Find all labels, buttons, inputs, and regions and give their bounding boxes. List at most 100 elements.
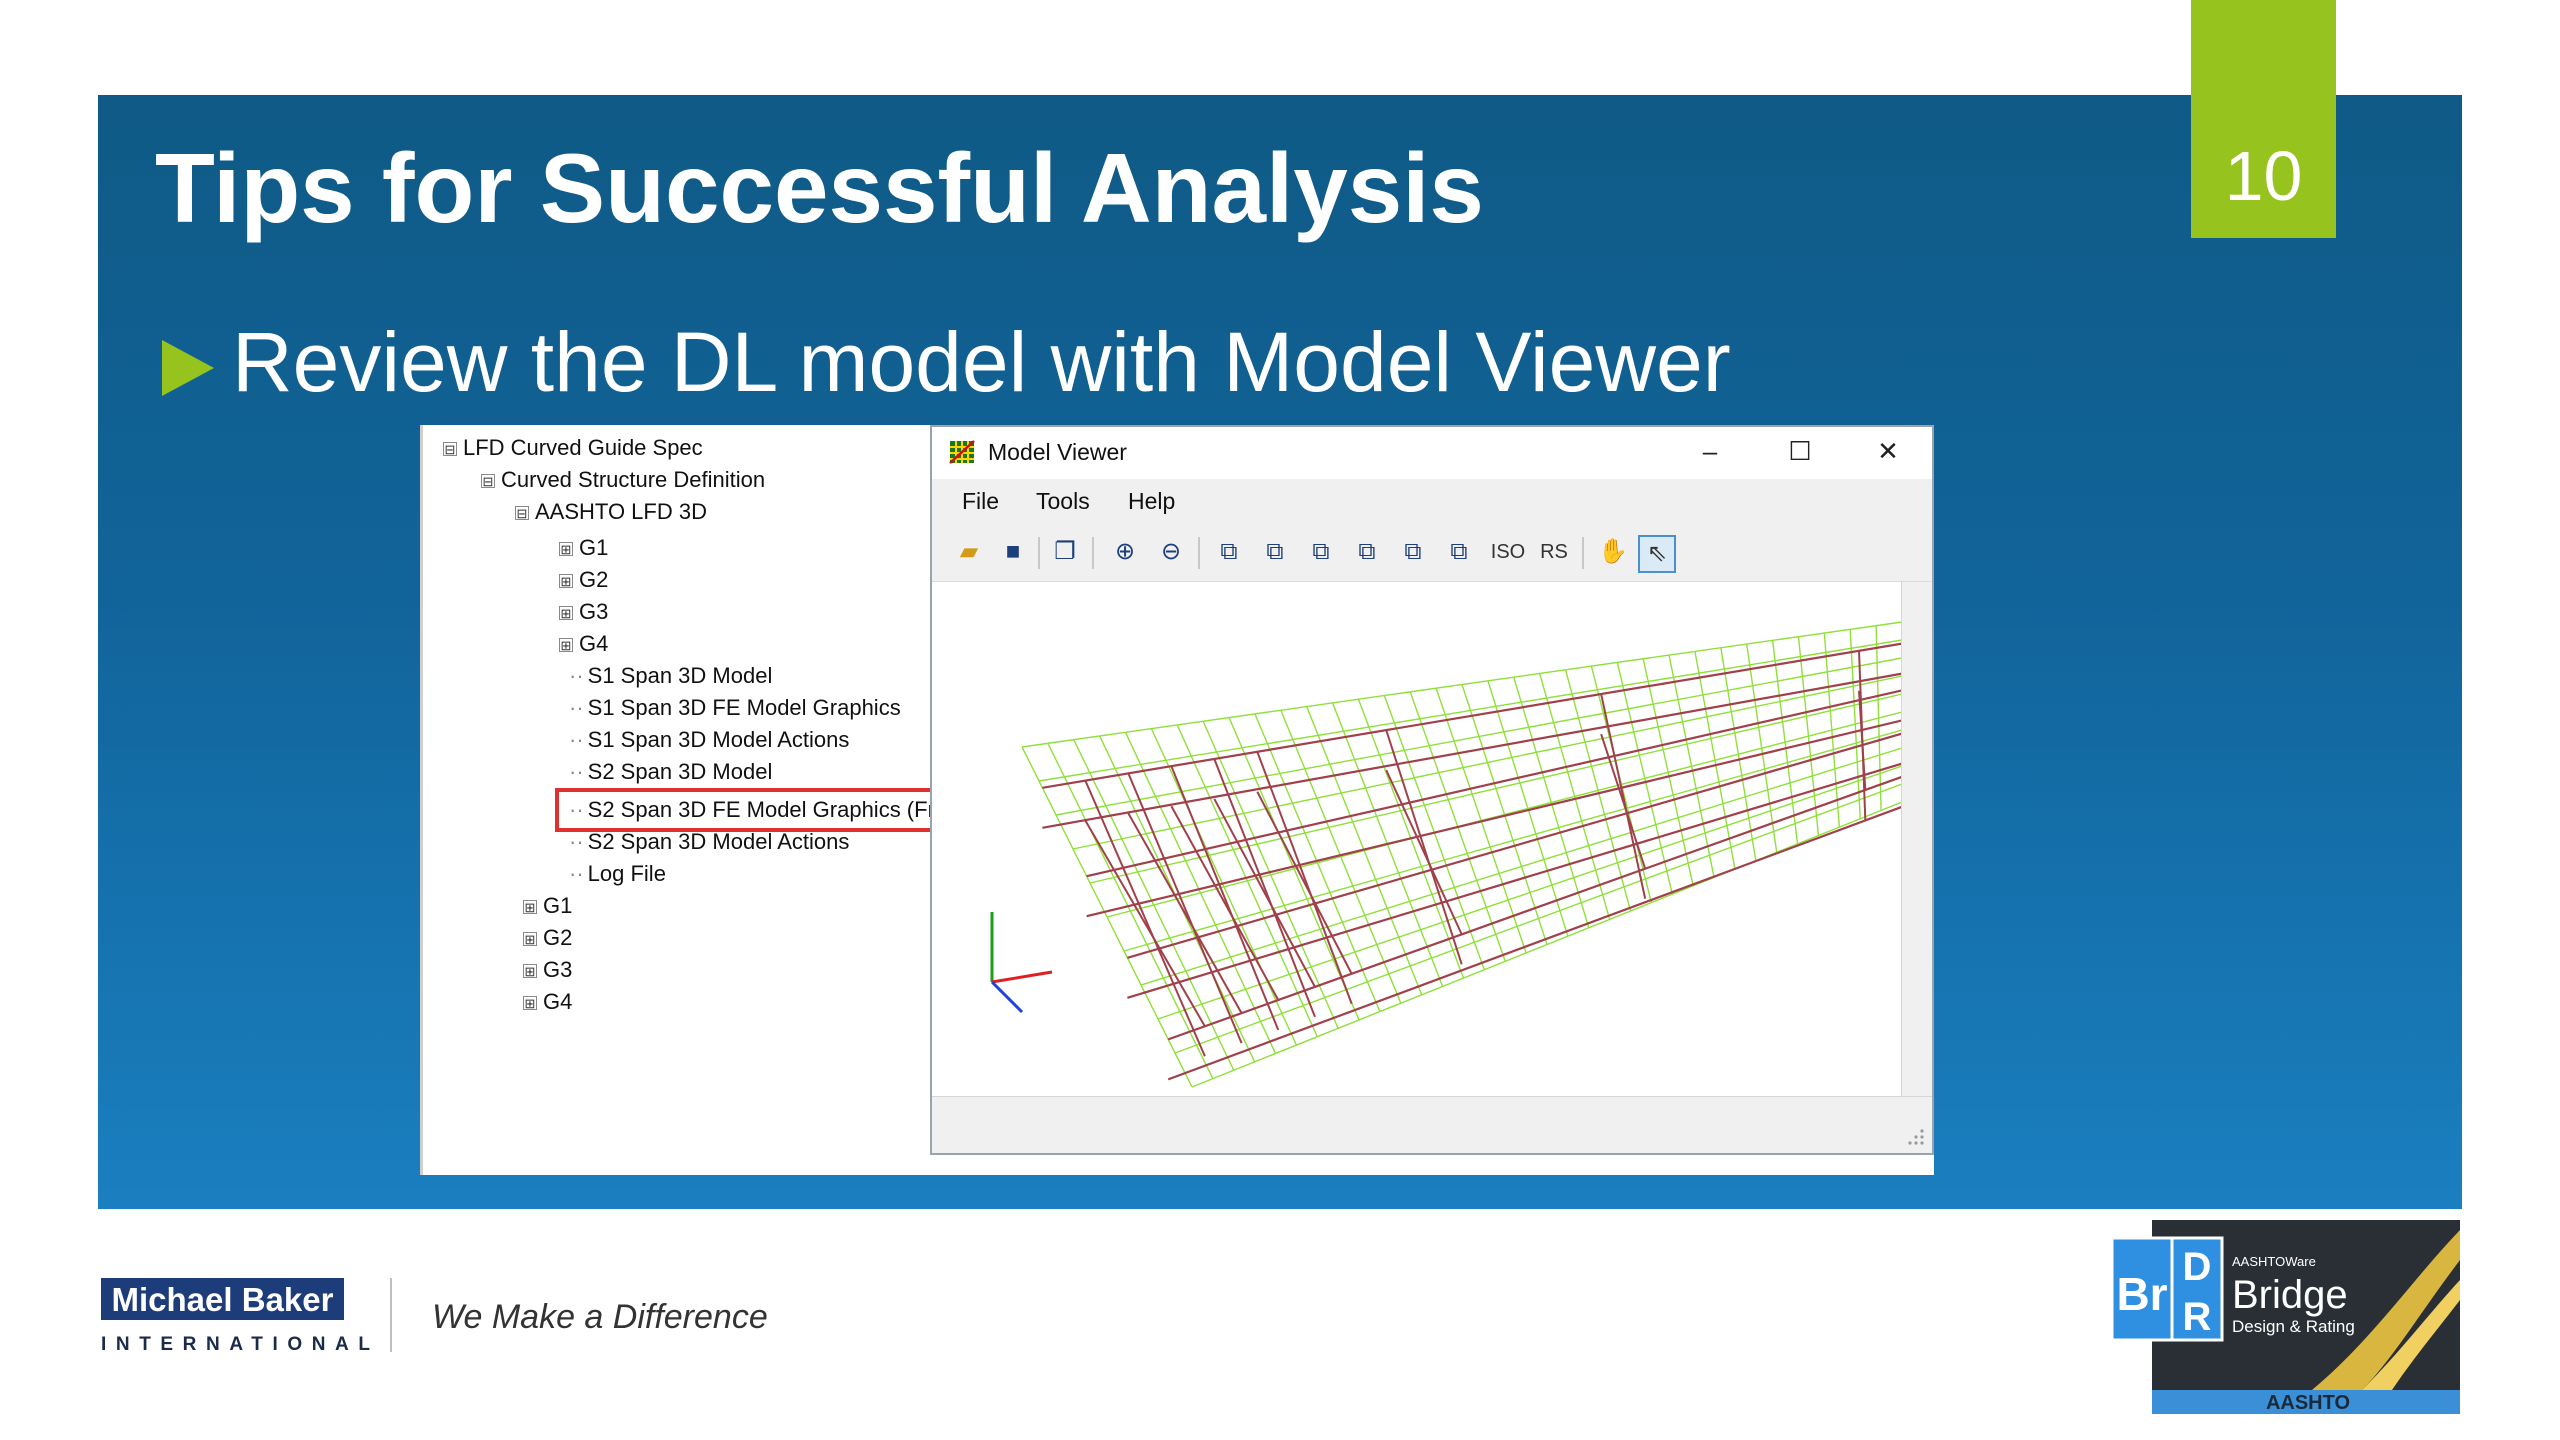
tree-item-label: S2 Span 3D Model Actions	[587, 829, 850, 854]
girder-line	[1167, 805, 1902, 1081]
brdr-aashto: AASHTO	[2266, 1392, 2350, 1414]
tree-connector: ··	[569, 829, 584, 854]
tree-item[interactable]: ⊞ G4	[559, 631, 608, 657]
tree-item[interactable]: ·· S1 Span 3D Model	[569, 663, 772, 689]
zoom-out-icon[interactable]: ⊖	[1154, 535, 1188, 569]
tree-item[interactable]: ·· Log File	[569, 861, 666, 887]
view-cube-front-icon[interactable]: ⧉	[1212, 535, 1246, 569]
mesh-line	[1140, 747, 1902, 986]
tree-item-label: G2	[543, 925, 573, 950]
expand-icon[interactable]: ⊞	[523, 964, 537, 979]
window-titlebar: Model Viewer – ☐ ✕	[932, 427, 1932, 477]
menu-help[interactable]: Help	[1128, 487, 1175, 515]
axis-x-line	[991, 970, 1053, 984]
view-cube-back-icon[interactable]: ⧉	[1258, 535, 1292, 569]
view-cube-right-icon[interactable]: ⧉	[1350, 535, 1384, 569]
brdr-bridge: Bridge	[2232, 1273, 2348, 1317]
tree-item[interactable]: ⊟ LFD Curved Guide Spec	[443, 435, 703, 461]
model-viewer-window: Model Viewer – ☐ ✕ File Tools Help ▰ ■ ❐…	[930, 425, 1934, 1155]
brdr-design-rating: Design & Rating	[2232, 1317, 2355, 1336]
expand-icon[interactable]: ⊞	[523, 932, 537, 947]
3d-viewport[interactable]	[932, 582, 1902, 1097]
tree-item-label: S1 Span 3D FE Model Graphics	[587, 695, 901, 720]
company-name: Michael Baker	[111, 1281, 334, 1318]
pan-hand-icon[interactable]: ✋	[1596, 535, 1630, 569]
girder-line	[1167, 775, 1902, 1041]
view-cube-top-icon[interactable]: ⧉	[1396, 535, 1430, 569]
brdr-product-logo: Br D R AASHTOWare Bridge Design & Rating…	[2112, 1220, 2460, 1414]
tree-item[interactable]: ⊞ G3	[559, 599, 608, 625]
expand-icon[interactable]: ⊞	[559, 606, 573, 621]
project-tree: ⊟ LFD Curved Guide Spec ⊟ Curved Structure…	[420, 425, 969, 1175]
tree-item[interactable]: ·· S2 Span 3D Model	[569, 759, 772, 785]
model-viewer-app-icon	[949, 440, 975, 464]
axis-z-line	[990, 980, 1024, 1014]
fe-model-graphic	[990, 621, 1902, 1088]
minimize-button[interactable]: –	[1678, 431, 1742, 471]
toolbar: ▰ ■ ❐ ⊕ ⊖ ⧉ ⧉ ⧉ ⧉ ⧉ ⧉ ISO RS ✋ ⇖	[932, 523, 1932, 582]
save-icon[interactable]: ■	[996, 535, 1030, 569]
tree-item-label: G4	[579, 631, 609, 656]
select-pointer-icon[interactable]: ⇖	[1638, 535, 1676, 573]
resize-grip-icon[interactable]	[1906, 1127, 1926, 1147]
open-folder-icon[interactable]: ▰	[952, 535, 986, 569]
bullet-text: Review the DL model with Model Viewer	[232, 315, 1731, 409]
embedded-screenshot: ⊟ LFD Curved Guide Spec ⊟ Curved Structure…	[420, 425, 1934, 1175]
close-button[interactable]: ✕	[1856, 431, 1920, 471]
page-number: 10	[2224, 137, 2303, 215]
brdr-mark-br: Br	[2116, 1268, 2167, 1320]
tree-item[interactable]: ·· S1 Span 3D FE Model Graphics	[569, 695, 901, 721]
expand-icon[interactable]: ⊞	[523, 900, 537, 915]
tree-item[interactable]: ⊞ G1	[559, 535, 608, 561]
expand-icon[interactable]: ⊞	[559, 542, 573, 557]
mesh-line	[1038, 639, 1902, 782]
brdr-mark-d: D	[2183, 1245, 2212, 1289]
collapse-icon[interactable]: ⊟	[481, 474, 495, 489]
status-bar	[932, 1096, 1932, 1153]
toolbar-separator	[1582, 537, 1584, 569]
tree-item-label: S1 Span 3D Model	[587, 663, 773, 688]
girder-line	[1127, 762, 1902, 999]
company-logo: Michael Baker	[101, 1278, 344, 1320]
collapse-icon[interactable]: ⊟	[443, 442, 457, 457]
maximize-button[interactable]: ☐	[1768, 431, 1832, 471]
tree-item[interactable]: ⊞ G4	[523, 989, 572, 1015]
vertical-scrollbar[interactable]	[1901, 582, 1932, 1097]
tree-item[interactable]: ⊟ Curved Structure Definition	[481, 467, 765, 493]
menu-file[interactable]: File	[962, 487, 999, 515]
mesh-line	[1021, 621, 1902, 748]
tree-item-label: G3	[579, 599, 609, 624]
zoom-in-icon[interactable]: ⊕	[1108, 535, 1142, 569]
cross-frame-line	[1170, 765, 1280, 1031]
cross-frame-line	[1600, 693, 1647, 899]
cross-frame-line	[1084, 820, 1206, 1027]
tree-item[interactable]: ⊞ G2	[559, 567, 608, 593]
tree-connector: ··	[569, 695, 584, 720]
iso-view-button[interactable]: ISO	[1486, 535, 1530, 569]
bullet-arrow-icon	[162, 340, 214, 396]
mesh-line	[1089, 693, 1902, 884]
expand-icon[interactable]: ⊞	[559, 574, 573, 589]
highlight-box	[555, 788, 969, 832]
expand-icon[interactable]: ⊞	[559, 638, 573, 653]
tree-connector: ··	[569, 861, 584, 886]
tree-item[interactable]: ⊞ G2	[523, 925, 572, 951]
tree-item[interactable]: ⊞ G3	[523, 957, 572, 983]
tree-item[interactable]: ⊞ G1	[523, 893, 572, 919]
menu-bar: File Tools Help	[932, 479, 1932, 523]
menu-tools[interactable]: Tools	[1036, 487, 1090, 515]
copy-icon[interactable]: ❐	[1048, 535, 1082, 569]
tree-item[interactable]: ⊟ AASHTO LFD 3D	[515, 499, 707, 525]
rs-view-button[interactable]: RS	[1532, 535, 1576, 569]
toolbar-separator	[1038, 537, 1040, 569]
tree-item[interactable]: ·· S1 Span 3D Model Actions	[569, 727, 849, 753]
tree-item-label: Curved Structure Definition	[501, 467, 766, 492]
expand-icon[interactable]: ⊞	[523, 996, 537, 1011]
cross-frame-line	[1385, 769, 1463, 935]
collapse-icon[interactable]: ⊟	[515, 506, 529, 521]
tree-item[interactable]: ·· S2 Span 3D Model Actions	[569, 829, 849, 855]
view-cube-left-icon[interactable]: ⧉	[1304, 535, 1338, 569]
mesh-line	[1191, 801, 1902, 1088]
tree-item-label: S2 Span 3D Model	[587, 759, 773, 784]
view-cube-bottom-icon[interactable]: ⧉	[1442, 535, 1476, 569]
